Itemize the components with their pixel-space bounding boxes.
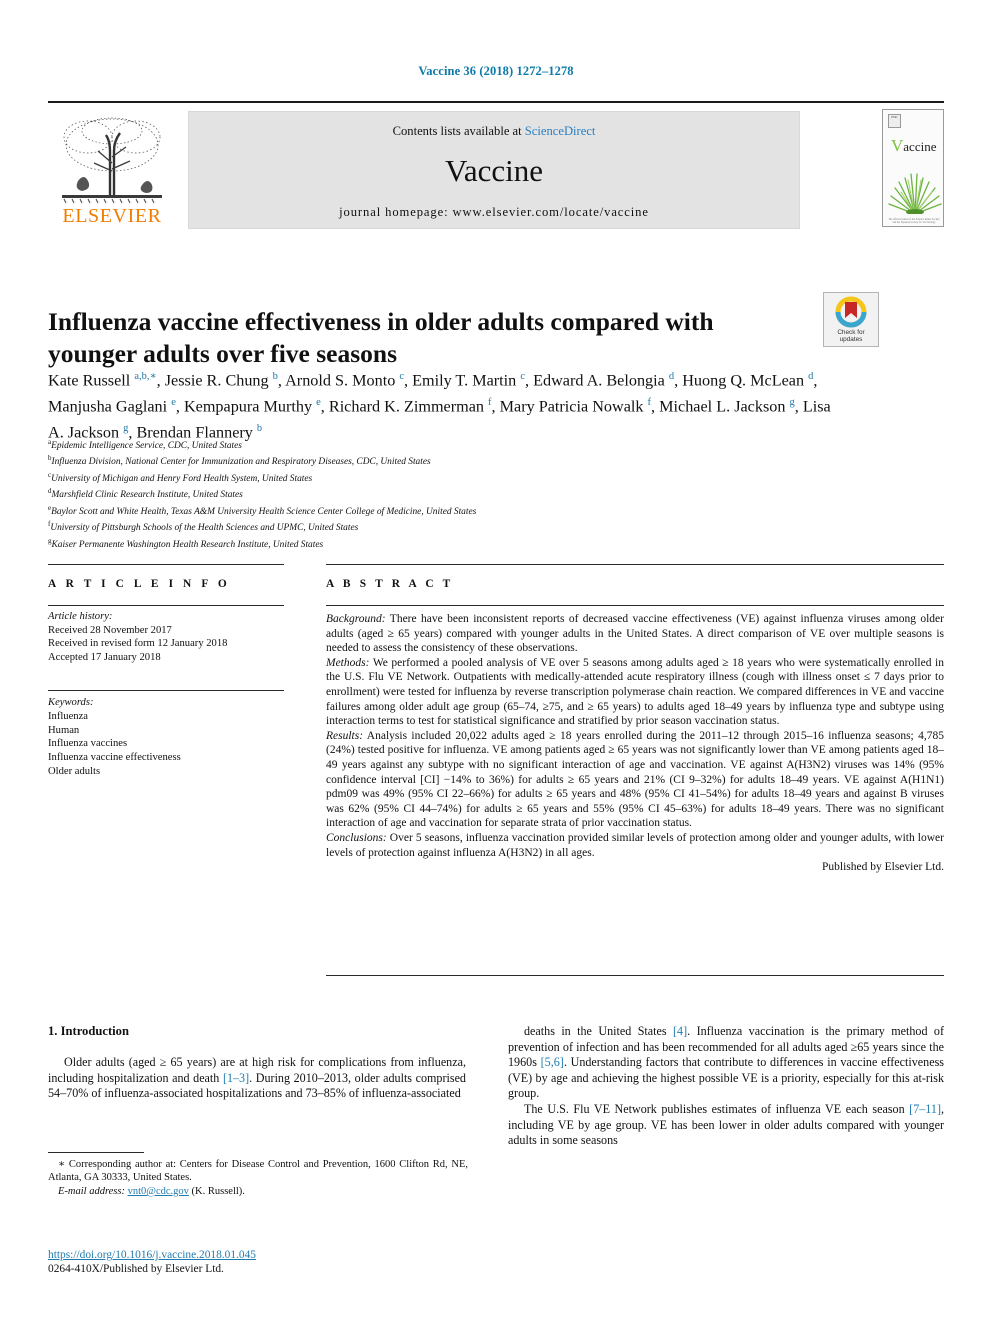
abstract-background-text: There have been inconsistent reports of …	[326, 613, 944, 655]
affiliation-item: eBaylor Scott and White Health, Texas A&…	[48, 502, 768, 518]
abstract-conclusions: Conclusions: Over 5 seasons, influenza v…	[326, 831, 944, 860]
crossmark-line1: Check for	[837, 329, 865, 336]
affiliation-text: Baylor Scott and White Health, Texas A&M…	[51, 506, 477, 517]
journal-title: Vaccine	[444, 153, 544, 188]
cover-footer-text: The official journal of the Edward Jenne…	[888, 218, 940, 224]
contents-available-line: Contents lists available at ScienceDirec…	[189, 124, 799, 139]
keyword-item: Influenza vaccine effectiveness	[48, 752, 181, 764]
article-info-under-rule	[48, 605, 284, 606]
keywords-top-rule	[48, 690, 284, 691]
abstract-published-by: Published by Elsevier Ltd.	[821, 861, 944, 874]
article-history: Article history: Received 28 November 20…	[48, 610, 288, 664]
running-head: Vaccine 36 (2018) 1272–1278	[418, 64, 574, 78]
abstract-body: Background: There have been inconsistent…	[326, 612, 944, 875]
cover-title-rest: accine	[903, 139, 937, 154]
abstract-bottom-rule	[326, 975, 944, 976]
article-info-top-rule	[48, 564, 284, 565]
footnote-block: ∗ Corresponding author at: Centers for D…	[48, 1158, 468, 1198]
abstract-background-label: Background:	[326, 613, 386, 625]
abstract-background: Background: There have been inconsistent…	[326, 612, 944, 656]
doi-link[interactable]: https://doi.org/10.1016/j.vaccine.2018.0…	[48, 1249, 256, 1261]
abstract-top-rule	[326, 564, 944, 565]
journal-cover-thumbnail: PMC Vaccine The official journal of the …	[882, 109, 944, 227]
body-column-left: Older adults (aged ≥ 65 years) are at hi…	[48, 1055, 466, 1102]
abstract-methods-label: Methods:	[326, 656, 370, 669]
history-item: Received 28 November 2017	[48, 624, 172, 636]
abstract-conclusions-text: Over 5 seasons, influenza vaccination pr…	[326, 831, 944, 859]
abstract-methods-text: We performed a pooled analysis of VE ove…	[326, 656, 944, 728]
sciencedirect-link[interactable]: ScienceDirect	[525, 124, 596, 138]
affiliation-item: fUniversity of Pittsburgh Schools of the…	[48, 518, 768, 534]
article-info-heading: A R T I C L E I N F O	[48, 578, 231, 590]
footnote-rule	[48, 1152, 144, 1153]
cover-plant-icon	[888, 173, 942, 214]
affiliation-text: Marshfield Clinic Research Institute, Un…	[51, 490, 243, 501]
affiliation-item: gKaiser Permanente Washington Health Res…	[48, 535, 768, 551]
abstract-results-text: Analysis included 20,022 adults aged ≥ 1…	[326, 729, 944, 830]
crossmark-badge[interactable]: Check for updates	[823, 292, 879, 347]
email-label: E-mail address:	[58, 1185, 125, 1197]
affiliation-item: aEpidemic Intelligence Service, CDC, Uni…	[48, 436, 768, 452]
affiliation-list: aEpidemic Intelligence Service, CDC, Uni…	[48, 436, 768, 551]
intro-paragraph-left: Older adults (aged ≥ 65 years) are at hi…	[48, 1055, 466, 1101]
email-link[interactable]: vnt0@cdc.gov	[128, 1186, 189, 1197]
section-heading-introduction: 1. Introduction	[48, 1024, 129, 1038]
affiliation-item: dMarshfield Clinic Research Institute, U…	[48, 485, 768, 501]
elsevier-wordmark: ELSEVIER	[62, 205, 162, 227]
journal-masthead: ELSEVIER Contents lists available at Sci…	[48, 101, 944, 229]
affiliation-text: Kaiser Permanente Washington Health Rese…	[51, 539, 324, 550]
contents-panel: Contents lists available at ScienceDirec…	[188, 111, 800, 229]
affiliation-text: University of Michigan and Henry Ford He…	[51, 473, 313, 484]
affiliation-text: Epidemic Intelligence Service, CDC, Unit…	[51, 441, 242, 452]
email-note: E-mail address: vnt0@cdc.gov (K. Russell…	[48, 1185, 468, 1198]
keyword-list: Keywords: Influenza Human Influenza vacc…	[48, 696, 288, 779]
affiliation-text: University of Pittsburgh Schools of the …	[50, 523, 359, 534]
history-item: Accepted 17 January 2018	[48, 651, 161, 663]
article-page: Vaccine 36 (2018) 1272–1278 ELSEVIER Con…	[0, 0, 992, 1323]
keyword-item: Human	[48, 724, 80, 736]
affiliation-item: cUniversity of Michigan and Henry Ford H…	[48, 469, 768, 485]
journal-homepage[interactable]: journal homepage: www.elsevier.com/locat…	[189, 205, 799, 220]
article-history-label: Article history:	[48, 611, 113, 622]
abstract-methods: Methods: We performed a pooled analysis …	[326, 656, 944, 729]
cover-badge-icon: PMC	[888, 114, 901, 128]
email-owner: (K. Russell).	[191, 1185, 245, 1197]
abstract-under-rule	[326, 605, 944, 606]
elsevier-tree-icon	[62, 117, 162, 204]
intro-paragraph-right-1: deaths in the United States [4]. Influen…	[508, 1024, 944, 1101]
crossmark-line2: updates	[839, 336, 863, 344]
corresponding-author-note: ∗ Corresponding author at: Centers for D…	[48, 1159, 468, 1184]
abstract-results-label: Results:	[326, 729, 364, 742]
cover-title-initial: V	[891, 136, 904, 155]
keywords-label: Keywords:	[48, 697, 94, 708]
keyword-item: Older adults	[48, 765, 101, 777]
affiliation-item: bInfluenza Division, National Center for…	[48, 452, 768, 468]
cover-title: Vaccine	[891, 136, 936, 156]
identifier-block: https://doi.org/10.1016/j.vaccine.2018.0…	[48, 1248, 468, 1276]
issn-line: 0264-410X/Published by Elsevier Ltd.	[48, 1263, 224, 1275]
intro-paragraph-right-2: The U.S. Flu VE Network publishes estima…	[508, 1101, 944, 1148]
abstract-heading: A B S T R A C T	[326, 578, 454, 590]
history-item: Received in revised form 12 January 2018	[48, 638, 228, 650]
crossmark-label: Check for updates	[824, 329, 878, 344]
crossmark-icon	[835, 296, 867, 328]
author-list: Kate Russell a,b,∗, Jessie R. Chung b, A…	[48, 371, 831, 442]
keyword-item: Influenza	[48, 710, 88, 722]
contents-prefix-text: Contents lists available at	[392, 124, 525, 138]
abstract-results: Results: Analysis included 20,022 adults…	[326, 729, 944, 831]
keyword-item: Influenza vaccines	[48, 738, 128, 750]
body-column-right: deaths in the United States [4]. Influen…	[508, 1024, 944, 1149]
abstract-conclusions-label: Conclusions:	[326, 831, 387, 844]
page-title: Influenza vaccine effectiveness in older…	[48, 307, 714, 368]
elsevier-logo: ELSEVIER	[48, 111, 176, 229]
affiliation-text: Influenza Division, National Center for …	[51, 457, 431, 468]
